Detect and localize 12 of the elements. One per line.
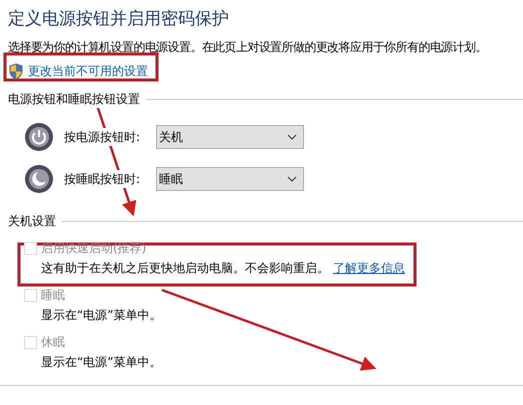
option-description: 这有助于在关机之后更快地启动电脑。不会影响重启。 xyxy=(41,261,329,276)
admin-link[interactable]: 更改当前不可用的设置 xyxy=(28,62,148,80)
option-description: 显示在“电源”菜单中。 xyxy=(41,355,162,370)
dropdown[interactable]: 关机 xyxy=(156,125,304,150)
option-description: 显示在“电源”菜单中。 xyxy=(41,308,162,322)
option-label: 睡眠 xyxy=(41,287,65,304)
dropdown[interactable]: 睡眠 xyxy=(156,167,304,192)
page-title: 定义电源按钮并启用密码保护 xyxy=(8,8,230,30)
option-label: 休眠 xyxy=(41,334,65,352)
description-text: 选择要为你的计算机设置的电源设置。在此页上对设置所做的更改将应用于你所有的电源计划。 xyxy=(8,39,488,56)
section-heading: 电源按钮和睡眠按钮设置 xyxy=(8,90,140,108)
option-label: 启用快速启动(推荐) xyxy=(41,240,146,258)
